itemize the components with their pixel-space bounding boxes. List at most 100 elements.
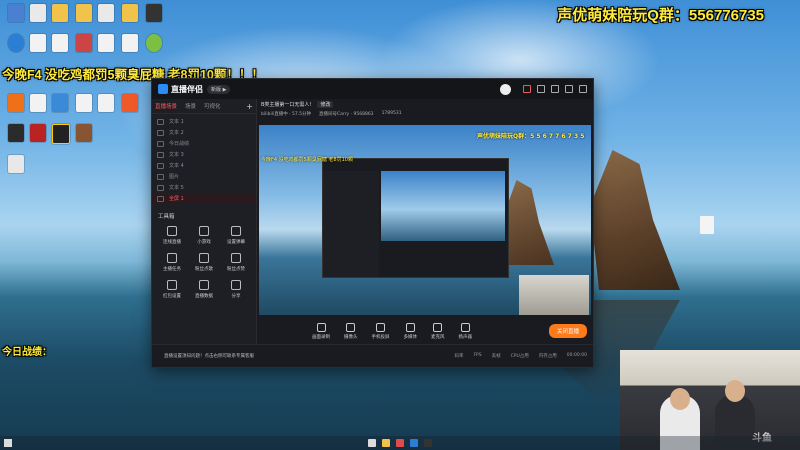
scene-item[interactable]: 文本 4 xyxy=(152,160,256,171)
taskbar-app-icon[interactable] xyxy=(410,439,418,447)
desktop-icon[interactable] xyxy=(122,94,138,112)
speaker-button[interactable]: 扬声器 xyxy=(459,322,472,340)
desktop-icon[interactable] xyxy=(30,124,46,142)
taskbar-app-icon[interactable] xyxy=(424,439,432,447)
tool-item[interactable]: 设置弹幕 xyxy=(220,226,252,245)
taskbar-app-icon[interactable] xyxy=(396,439,404,447)
desktop-icon[interactable] xyxy=(8,94,24,112)
settings-icon[interactable] xyxy=(551,85,559,93)
desktop-icon[interactable] xyxy=(76,94,92,112)
eye-icon[interactable] xyxy=(157,151,164,158)
tool-item[interactable]: 粉丝点赞 xyxy=(220,253,252,272)
windows-start-icon[interactable] xyxy=(4,439,12,447)
message-icon[interactable] xyxy=(537,85,545,93)
live-title: B类主播第一口无需人! xyxy=(261,101,312,108)
eye-icon[interactable] xyxy=(157,162,164,169)
fps-label: FPS xyxy=(473,353,482,358)
scene-list: 文本 1 文本 2 今日战绩 文本 3 文本 4 图片 文本 5 全屏 1 xyxy=(152,114,256,206)
scene-item-active[interactable]: 全屏 1 xyxy=(152,193,256,204)
preview-qq-label: 声优萌妹陪玩Q群：5 5 6 7 7 6 7 3 5 xyxy=(477,133,585,140)
desktop-icon[interactable] xyxy=(122,4,138,22)
nested-preview xyxy=(381,171,505,241)
desktop-icon[interactable] xyxy=(52,4,68,22)
share-icon xyxy=(231,280,241,290)
eye-icon[interactable] xyxy=(157,129,164,136)
sidebar-tabs: 直播场景 场景 可视化 + xyxy=(152,99,256,114)
camera-button[interactable]: 摄像头 xyxy=(344,322,358,340)
desktop-icon[interactable] xyxy=(98,94,114,112)
tool-item[interactable]: 小游戏 xyxy=(188,226,220,245)
taskbar-app-icon[interactable] xyxy=(382,439,390,447)
desktop-icon[interactable] xyxy=(76,4,92,22)
person-right-head xyxy=(725,380,745,402)
user-avatar[interactable] xyxy=(500,83,511,95)
desktop-file-icon[interactable] xyxy=(700,216,714,234)
preview-rock xyxy=(504,180,554,265)
desktop-icon[interactable] xyxy=(30,34,46,52)
status-metrics: 码率 FPS 丢帧 CPU占用 内存占用 00:00:00 xyxy=(454,353,593,359)
bell-icon[interactable] xyxy=(565,85,573,93)
tool-item[interactable]: 连线直播 xyxy=(156,226,188,245)
eye-icon[interactable] xyxy=(157,140,164,147)
desktop-icon[interactable] xyxy=(8,124,24,142)
share-icon[interactable] xyxy=(579,85,587,93)
desktop-icon[interactable] xyxy=(52,34,68,52)
desktop-icon[interactable] xyxy=(98,34,114,52)
media-button[interactable]: 多媒体 xyxy=(404,322,417,340)
tool-item[interactable]: 粉丝点歌 xyxy=(188,253,220,272)
tool-item[interactable]: 主播任务 xyxy=(156,253,188,272)
eye-icon[interactable] xyxy=(157,195,164,202)
taskbar-app-icon[interactable] xyxy=(368,439,376,447)
phone-cast-button[interactable]: 手机投屏 xyxy=(372,322,390,340)
microphone-button[interactable]: 麦克风 xyxy=(431,322,445,340)
stats-bar: bilibili直播中 · 57.5分钟 直播间号Carry · 9568863… xyxy=(257,109,593,118)
desktop-icon[interactable] xyxy=(76,124,92,142)
scene-item[interactable]: 文本 3 xyxy=(152,149,256,160)
desktop-icon[interactable] xyxy=(52,124,70,144)
desktop-icon[interactable] xyxy=(146,4,162,22)
desktop-icon[interactable] xyxy=(146,34,162,52)
danmaku-icon xyxy=(231,226,241,236)
eye-icon[interactable] xyxy=(157,173,164,180)
play-icon xyxy=(405,322,415,332)
tool-item[interactable]: 直播数据 xyxy=(188,280,220,299)
desktop-icon[interactable] xyxy=(52,94,68,112)
desktop-icon[interactable] xyxy=(8,4,24,22)
tab-visual[interactable]: 可视化 xyxy=(204,102,221,110)
eye-icon[interactable] xyxy=(157,118,164,125)
scene-item[interactable]: 图片 xyxy=(152,171,256,182)
eye-icon[interactable] xyxy=(157,184,164,191)
nested-preview-window xyxy=(322,158,509,278)
scene-item[interactable]: 文本 1 xyxy=(152,116,256,127)
taskbar xyxy=(0,436,800,450)
tool-item[interactable]: 分享 xyxy=(220,280,252,299)
desktop-icon[interactable] xyxy=(122,34,138,52)
tab-scene[interactable]: 场景 xyxy=(185,102,196,110)
tab-scenes[interactable]: 直播场景 xyxy=(155,102,177,110)
desktop-icon[interactable] xyxy=(30,94,46,112)
live-status: bilibili直播中 · 57.5分钟 xyxy=(261,111,312,117)
edition-tag[interactable]: 新版 ▶ xyxy=(207,84,231,94)
like-icon xyxy=(231,253,241,263)
preview-penalty-label: 今晚F4 没吃鸡都罚5颗臭屁糖 老8罚10颗 xyxy=(261,157,353,163)
task-icon xyxy=(167,253,177,263)
notice-text[interactable]: 直播设置须知问题！点击右侧可联系专属客服 xyxy=(164,353,254,359)
desktop-icon[interactable] xyxy=(8,155,24,173)
desktop-icon[interactable] xyxy=(8,34,24,52)
shop-icon[interactable] xyxy=(523,85,531,93)
stop-live-button[interactable]: 关闭直播 xyxy=(548,324,587,338)
edit-title-button[interactable]: 修改 xyxy=(317,100,334,108)
qq-group-banner: 声优萌妹陪玩Q群：556776735 xyxy=(557,7,764,24)
add-scene-icon[interactable]: + xyxy=(246,102,253,111)
preview-webcam xyxy=(519,275,589,315)
scene-item[interactable]: 文本 2 xyxy=(152,127,256,138)
desktop-icon[interactable] xyxy=(98,4,114,22)
person-left-head xyxy=(670,388,690,410)
screen-record-button[interactable]: 画面录制 xyxy=(312,322,330,340)
stream-preview[interactable]: 声优萌妹陪玩Q群：5 5 6 7 7 6 7 3 5 今晚F4 没吃鸡都罚5颗臭… xyxy=(259,125,591,315)
scene-item[interactable]: 今日战绩 xyxy=(152,138,256,149)
desktop-icon[interactable] xyxy=(30,4,46,22)
desktop-icon[interactable] xyxy=(76,34,92,52)
scene-item[interactable]: 文本 5 xyxy=(152,182,256,193)
tool-item[interactable]: 红包设置 xyxy=(156,280,188,299)
